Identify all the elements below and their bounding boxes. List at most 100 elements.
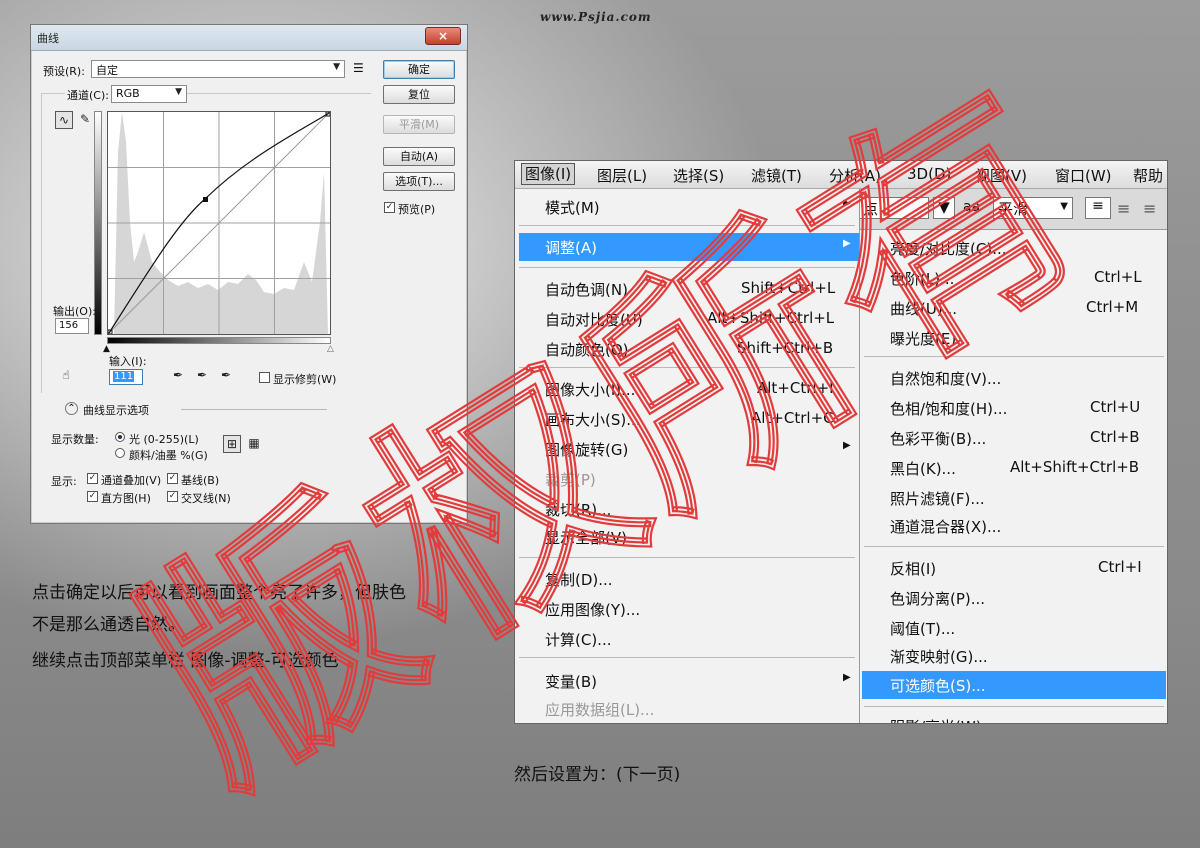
histogram-checkbox[interactable]: ✓ — [87, 491, 98, 502]
menu-item-image-rotation[interactable]: 图像旋转(G) ▶ — [515, 435, 860, 463]
preset-select[interactable]: 自定 ▼ — [91, 60, 345, 78]
intersection-label: 交叉线(N) — [181, 492, 231, 505]
submenu-item-exposure[interactable]: 曝光度(E)... — [860, 324, 1167, 352]
antialias-value: 平滑 — [998, 200, 1029, 218]
baseline-checkbox[interactable]: ✓ — [167, 473, 178, 484]
menu-item-auto-tone[interactable]: 自动色调(N) Shift+Ctrl+L — [515, 275, 860, 303]
gray-eyedropper-icon[interactable]: ✒ — [193, 367, 211, 385]
show-label: 显示: — [51, 475, 77, 488]
pigment-label: 颜料/油墨 %(G) — [129, 449, 208, 462]
channel-value: RGB — [116, 87, 140, 100]
antialias-select[interactable]: 平滑 ▼ — [993, 197, 1073, 219]
white-slider-icon[interactable]: △ — [327, 344, 334, 354]
submenu-item-shadows-highlights[interactable]: 阴影/高光(W)... — [860, 712, 1167, 723]
menu-item-variables[interactable]: 变量(B) ▶ — [515, 667, 860, 695]
submenu-item-channel-mixer[interactable]: 通道混合器(X)... — [860, 512, 1167, 540]
input-field[interactable]: 111 — [109, 369, 143, 385]
chevron-down-icon: ▼ — [1060, 201, 1068, 212]
submenu-item-hue-saturation[interactable]: 色相/饱和度(H)... Ctrl+U — [860, 394, 1167, 422]
channel-overlay-checkbox[interactable]: ✓ — [87, 473, 98, 484]
menu-item-auto-contrast[interactable]: 自动对比度(U) Alt+Shift+Ctrl+L — [515, 305, 860, 333]
light-radio[interactable] — [115, 432, 125, 442]
submenu-item-black-white[interactable]: 黑白(K)... Alt+Shift+Ctrl+B — [860, 454, 1167, 482]
menubar-item-window[interactable]: 窗口(W) — [1055, 165, 1112, 186]
photoshop-menu-screenshot: 图像(I) 图层(L) 选择(S) 滤镜(T) 分析(A) 3D(D) 视图(V… — [514, 160, 1168, 724]
menubar-item-filter[interactable]: 滤镜(T) — [751, 165, 802, 186]
menu-item-image-size[interactable]: 图像大小(I)... Alt+Ctrl+I — [515, 375, 860, 403]
menubar: 图像(I) 图层(L) 选择(S) 滤镜(T) 分析(A) 3D(D) 视图(V… — [515, 161, 1167, 189]
close-button[interactable]: × — [425, 27, 461, 45]
menu-item-trim[interactable]: 裁切(R)... — [515, 495, 860, 523]
options-button[interactable]: 选项(T)... — [383, 172, 455, 191]
align-left-icon[interactable]: ≡ — [1085, 197, 1111, 219]
menu-item-apply-data-set[interactable]: 应用数据组(L)... — [515, 695, 860, 723]
curve-graph-svg — [107, 111, 331, 335]
smooth-button[interactable]: 平滑(M) — [383, 115, 455, 134]
output-field[interactable]: 156 — [55, 318, 89, 334]
grid-detailed-icon[interactable]: ▦ — [245, 435, 263, 453]
submenu-item-curves[interactable]: 曲线(U)... Ctrl+M — [860, 294, 1167, 322]
caption-line-3: 继续点击顶部菜单栏 图像-调整-可选颜色 — [32, 651, 339, 671]
menubar-item-view[interactable]: 视图(V) — [975, 165, 1027, 186]
menu-item-auto-color[interactable]: 自动颜色(O) Shift+Ctrl+B — [515, 335, 860, 363]
adjust-submenu: 亮度/对比度(C)... 色阶(L)... Ctrl+L 曲线(U)... Ct… — [859, 229, 1167, 723]
menu-item-calculations[interactable]: 计算(C)... — [515, 625, 860, 653]
preview-checkbox[interactable]: ✓ — [384, 202, 395, 213]
submenu-item-selective-color[interactable]: 可选颜色(S)... — [862, 671, 1166, 699]
preview-label: 预览(P) — [398, 203, 436, 216]
menubar-item-layer[interactable]: 图层(L) — [597, 165, 647, 186]
pencil-icon[interactable]: ✎ — [76, 111, 94, 129]
submenu-item-threshold[interactable]: 阈值(T)... — [860, 614, 1167, 642]
auto-button[interactable]: 自动(A) — [383, 147, 455, 166]
submenu-arrow-icon: ▶ — [843, 672, 851, 683]
show-clipping-checkbox[interactable] — [259, 372, 270, 383]
white-eyedropper-icon[interactable]: ✒ — [217, 367, 235, 385]
menubar-item-analysis[interactable]: 分析(A) — [829, 165, 881, 186]
menubar-item-help[interactable]: 帮助 — [1133, 165, 1163, 186]
reset-button[interactable]: 复位 — [383, 85, 455, 104]
collapse-icon[interactable]: ⌃ — [65, 402, 78, 415]
curve-point-tool-icon[interactable]: ∿ — [55, 111, 73, 129]
grid-simple-icon[interactable]: ⊞ — [223, 435, 241, 453]
preset-options-icon[interactable]: ☰ — [353, 61, 364, 75]
align-center-icon[interactable]: ≡ — [1117, 199, 1130, 218]
hand-adjust-icon[interactable]: ☝ — [57, 367, 75, 385]
chevron-down-icon: ▼ — [333, 62, 340, 72]
menubar-item-3d[interactable]: 3D(D) — [907, 165, 951, 183]
menu-item-adjust[interactable]: 调整(A) ▶ — [519, 233, 861, 261]
intersection-checkbox[interactable]: ✓ — [167, 491, 178, 502]
menu-separator — [864, 356, 1164, 357]
pigment-radio[interactable] — [115, 448, 125, 458]
menu-separator — [519, 225, 855, 226]
histogram-label: 直方图(H) — [101, 492, 151, 505]
menu-item-crop[interactable]: 裁剪(P) — [515, 465, 860, 493]
channel-select[interactable]: RGB ▼ — [111, 85, 187, 103]
submenu-item-color-balance[interactable]: 色彩平衡(B)... Ctrl+B — [860, 424, 1167, 452]
show-clipping-label: 显示修剪(W) — [273, 373, 337, 386]
menubar-item-image[interactable]: 图像(I) — [521, 163, 576, 185]
submenu-item-vibrance[interactable]: 自然饱和度(V)... — [860, 364, 1167, 392]
submenu-item-brightness-contrast[interactable]: 亮度/对比度(C)... — [860, 234, 1167, 262]
curve-graph[interactable] — [107, 111, 331, 335]
menu-item-duplicate[interactable]: 复制(D)... — [515, 565, 860, 593]
menu-item-canvas-size[interactable]: 画布大小(S)... Alt+Ctrl+C — [515, 405, 860, 433]
menubar-item-select[interactable]: 选择(S) — [673, 165, 724, 186]
menu-item-reveal-all[interactable]: 显示全部(V) — [515, 523, 860, 551]
output-label: 输出(O): — [53, 305, 96, 318]
submenu-item-photo-filter[interactable]: 照片滤镜(F)... — [860, 484, 1167, 512]
light-label: 光 (0-255)(L) — [129, 433, 199, 446]
black-eyedropper-icon[interactable]: ✒ — [169, 367, 187, 385]
menu-separator — [864, 546, 1164, 547]
submenu-item-posterize[interactable]: 色调分离(P)... — [860, 584, 1167, 612]
align-right-icon[interactable]: ≡ — [1143, 199, 1156, 218]
chevron-down-icon: ▼ — [175, 87, 182, 97]
submenu-arrow-icon: ▶ — [843, 238, 851, 249]
submenu-item-invert[interactable]: 反相(I) Ctrl+I — [860, 554, 1167, 582]
menu-item-mode[interactable]: 模式(M) ▶ — [515, 193, 860, 221]
submenu-item-levels[interactable]: 色阶(L)... Ctrl+L — [860, 264, 1167, 292]
menu-item-apply-image[interactable]: 应用图像(Y)... — [515, 595, 860, 623]
submenu-item-gradient-map[interactable]: 渐变映射(G)... — [860, 642, 1167, 670]
ok-button[interactable]: 确定 — [383, 60, 455, 79]
font-size-field[interactable]: 点 — [859, 197, 929, 219]
font-size-dropdown-icon[interactable]: ▼ — [933, 197, 955, 219]
